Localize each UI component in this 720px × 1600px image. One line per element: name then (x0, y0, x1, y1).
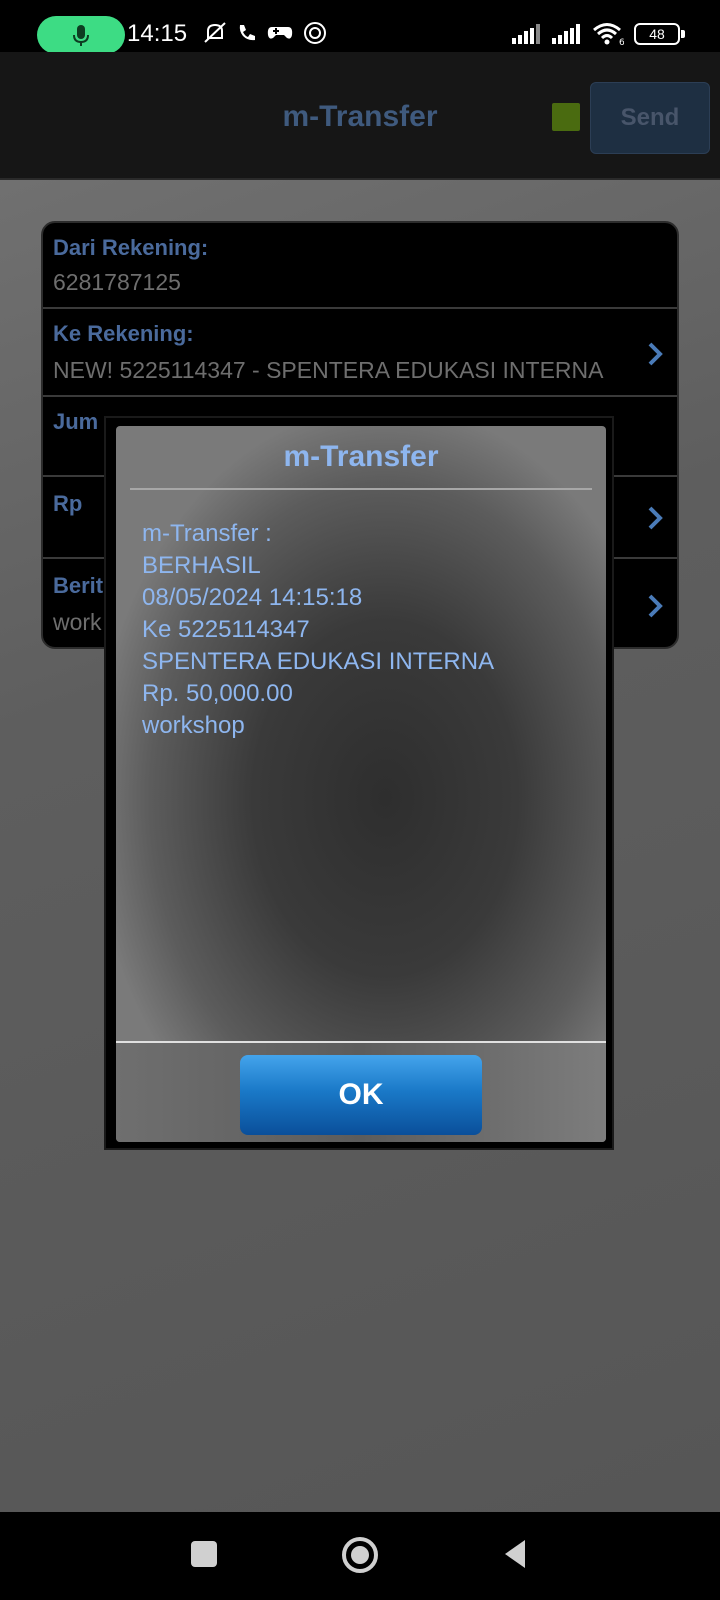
message-line: m-Transfer : (142, 520, 272, 547)
ok-button[interactable]: OK (240, 1055, 482, 1135)
app-bar: m-Transfer Send (0, 52, 720, 180)
chevron-right-icon (648, 594, 663, 618)
dialog-frame: m-Transfer m-Transfer : BERHASIL 08/05/2… (104, 416, 614, 1150)
message-line: BERHASIL (142, 552, 261, 579)
status-indicator (552, 103, 580, 131)
chevron-right-icon (648, 506, 663, 530)
dialog-footer: OK (116, 1043, 606, 1142)
from-account-row[interactable]: Dari Rekening: 6281787125 (43, 223, 677, 309)
message-line: SPENTERA EDUKASI INTERNA (142, 648, 495, 675)
navigation-bar (0, 1512, 720, 1600)
from-account-label: Dari Rekening: (53, 235, 209, 260)
sync-icon (304, 22, 326, 44)
mic-indicator[interactable] (37, 16, 125, 54)
chevron-right-icon (648, 342, 663, 366)
to-account-row[interactable]: Ke Rekening: NEW! 5225114347 - SPENTERA … (43, 309, 677, 397)
back-icon[interactable] (501, 1537, 529, 1571)
amount-label: Rp (53, 491, 83, 516)
send-button[interactable]: Send (590, 82, 710, 154)
dialog-divider (130, 488, 592, 490)
battery-icon: 48 (634, 23, 685, 45)
message-value: work (53, 609, 102, 635)
to-account-value: NEW! 5225114347 - SPENTERA EDUKASI INTER… (53, 357, 604, 383)
phone-icon (239, 25, 255, 41)
wifi-icon: 6 (593, 23, 624, 46)
svg-text:6: 6 (619, 38, 624, 46)
status-bar: 14:15 6 48 (0, 0, 720, 54)
message-line: Rp. 50,000.00 (142, 680, 293, 707)
clock: 14:15 (127, 20, 188, 47)
signal-strength-icon (512, 24, 540, 44)
microphone-icon (73, 25, 89, 46)
message-line: workshop (142, 712, 245, 739)
message-line: 08/05/2024 14:15:18 (142, 584, 363, 611)
to-account-label: Ke Rekening: (53, 321, 194, 346)
muted-bell-icon (204, 22, 226, 43)
dialog-message: m-Transfer : BERHASIL 08/05/2024 14:15:1… (142, 518, 494, 742)
from-account-value: 6281787125 (53, 269, 181, 295)
amount-type-label: Jum (53, 409, 99, 434)
message-label: Berit (53, 573, 104, 598)
game-controller-icon (267, 27, 293, 39)
home-icon[interactable] (341, 1536, 379, 1574)
signal-strength-icon-2 (552, 24, 580, 44)
recent-apps-icon[interactable] (191, 1541, 217, 1567)
dialog-title: m-Transfer (283, 440, 439, 473)
message-line: Ke 5225114347 (142, 616, 310, 643)
transfer-result-dialog: m-Transfer m-Transfer : BERHASIL 08/05/2… (116, 426, 606, 1142)
